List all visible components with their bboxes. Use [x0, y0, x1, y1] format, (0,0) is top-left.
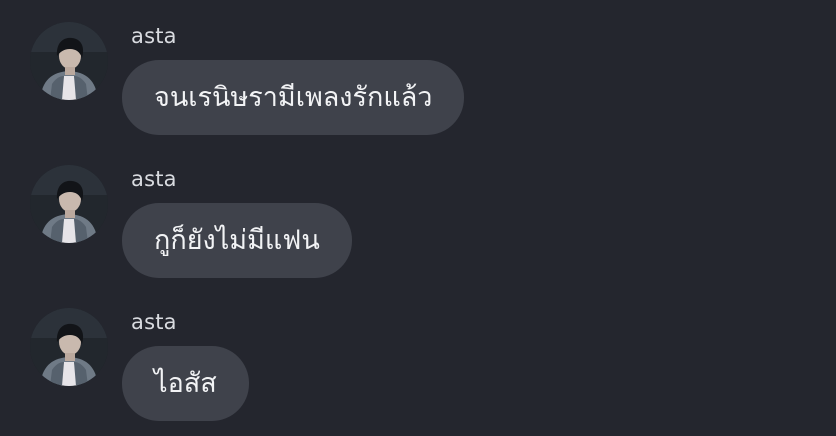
avatar-photo-icon — [30, 165, 108, 243]
username[interactable]: asta — [131, 167, 177, 191]
chat-message: asta ไอสัส — [0, 306, 836, 436]
message-bubble[interactable]: ไอสัส — [122, 346, 249, 421]
user-avatar[interactable] — [30, 308, 108, 386]
chat-message: asta จนเรนิษรามีเพลงรักแล้ว — [0, 20, 836, 150]
message-bubble[interactable]: กูก็ยังไม่มีแฟน — [122, 203, 352, 278]
user-avatar[interactable] — [30, 22, 108, 100]
username[interactable]: asta — [131, 310, 177, 334]
chat-message: asta กูก็ยังไม่มีแฟน — [0, 163, 836, 293]
avatar-photo-icon — [30, 308, 108, 386]
user-avatar[interactable] — [30, 165, 108, 243]
chat-thread: asta จนเรนิษรามีเพลงรักแล้ว asta กูก็ยัง… — [0, 0, 836, 434]
avatar-photo-icon — [30, 22, 108, 100]
username[interactable]: asta — [131, 24, 177, 48]
message-bubble[interactable]: จนเรนิษรามีเพลงรักแล้ว — [122, 60, 465, 135]
